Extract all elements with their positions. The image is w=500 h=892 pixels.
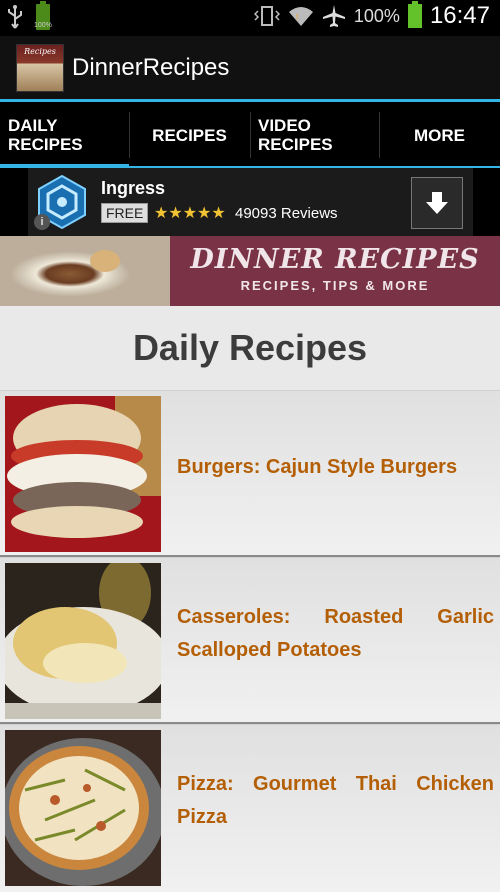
status-bar: 100% ! 100% 16:47 [0, 0, 500, 36]
list-item[interactable]: Casseroles: Roasted Garlic Scalloped Pot… [0, 557, 500, 725]
tab-more[interactable]: MORE [379, 102, 500, 168]
recipe-title[interactable]: Casseroles: Roasted Garlic Scalloped Pot… [177, 601, 494, 667]
ad-app-name: Ingress [101, 178, 166, 198]
app-logo[interactable]: Recipes [16, 44, 64, 92]
page-title: Daily Recipes [132, 327, 368, 368]
wifi-icon: ! [288, 7, 313, 26]
battery-full-notification-icon: 100% [34, 1, 52, 30]
burger-photo [5, 396, 161, 552]
usb-icon [8, 5, 22, 29]
airplane-mode-icon [322, 5, 345, 27]
banner-subtitle: RECIPES, TIPS & MORE [240, 278, 430, 293]
action-bar: Recipes DinnerRecipes [0, 36, 500, 100]
tab-video-recipes[interactable]: VIDEO RECIPES [250, 102, 379, 168]
ad-info-icon[interactable]: i [34, 214, 50, 230]
ad-download-button[interactable] [411, 177, 463, 229]
pizza-photo [5, 730, 161, 886]
ad-rating-stars: ★★★★★ [154, 205, 226, 222]
battery-percent: 100% [353, 5, 400, 26]
recipe-title[interactable]: Pizza: Gourmet Thai Chicken Pizza [177, 768, 494, 834]
tab-daily-recipes[interactable]: DAILY RECIPES [0, 102, 129, 168]
recipe-title[interactable]: Burgers: Cajun Style Burgers [177, 451, 494, 484]
tab-bar: DAILY RECIPES RECIPES VIDEO RECIPES MORE [0, 102, 500, 168]
ad-background [28, 168, 473, 236]
vibrate-icon [253, 6, 280, 26]
ad-price-badge: FREE [101, 203, 149, 223]
ad-review-count: 49093 Reviews [235, 205, 338, 222]
list-item[interactable]: Pizza: Gourmet Thai Chicken Pizza [0, 724, 500, 892]
header-banner: DINNER RECIPES RECIPES, TIPS & MORE [0, 236, 500, 306]
casserole-photo [5, 563, 161, 719]
banner-title: DINNER RECIPES [190, 244, 480, 275]
list-item[interactable]: Burgers: Cajun Style Burgers [0, 390, 500, 558]
stew-photo [0, 236, 170, 306]
clock: 16:47 [429, 2, 490, 29]
daily-recipes-list: Daily Recipes Burgers: Cajun Style Burge… [0, 306, 500, 892]
download-arrow-icon [426, 192, 448, 214]
svg-text:!: ! [296, 13, 298, 22]
app-title: DinnerRecipes [72, 54, 230, 81]
tab-recipes[interactable]: RECIPES [129, 102, 250, 168]
battery-icon [407, 1, 422, 28]
